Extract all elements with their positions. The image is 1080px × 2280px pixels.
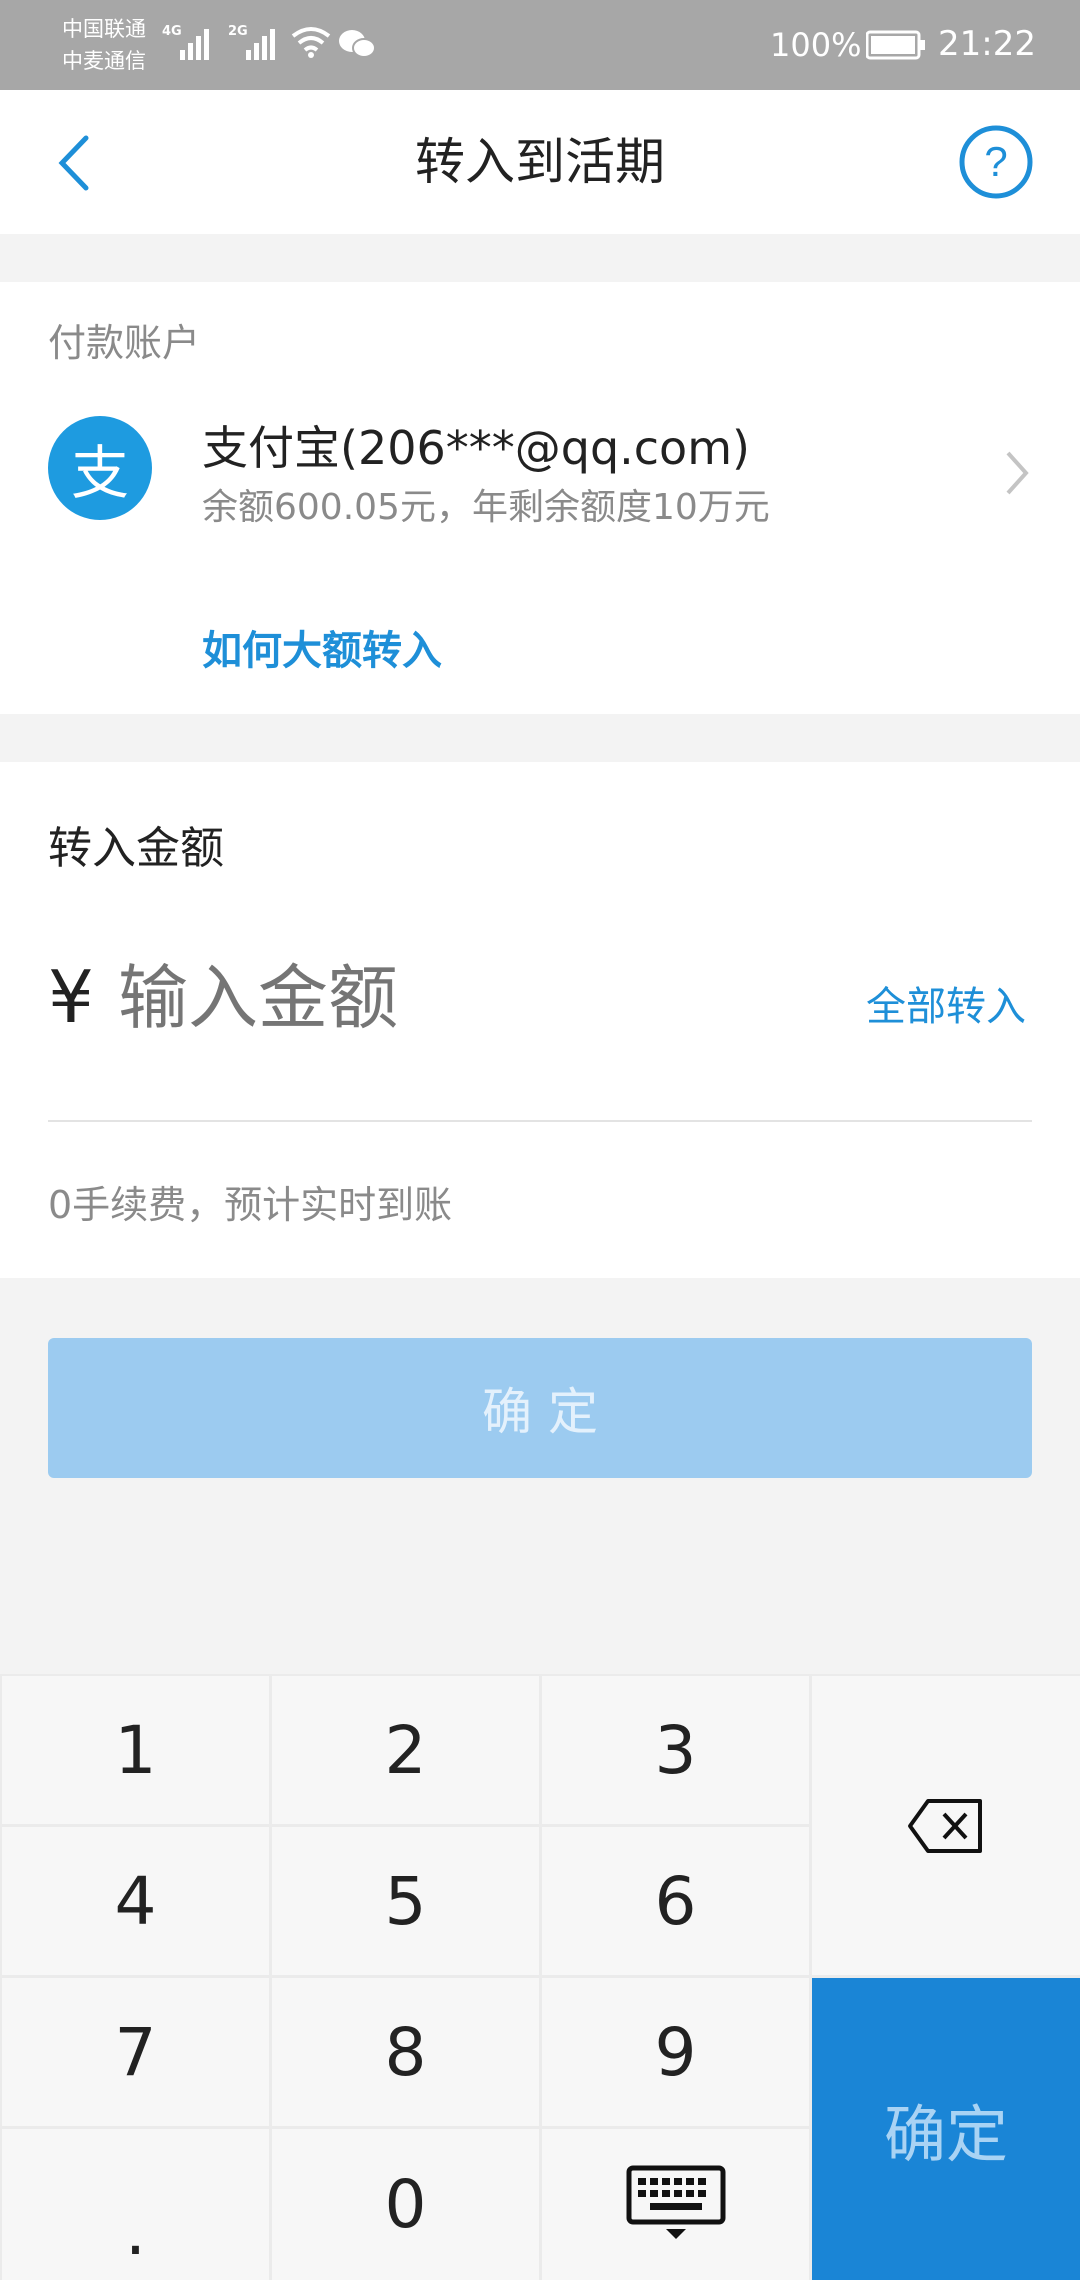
- key-2[interactable]: 2: [272, 1676, 539, 1824]
- battery-percent: 100%: [770, 26, 862, 64]
- network-type-1: 4G: [162, 24, 182, 39]
- payment-account-section: 付款账户 支 支付宝(206***@qq.com) 余额600.05元，年剩余额…: [0, 282, 1080, 714]
- transfer-all-button[interactable]: 全部转入: [866, 974, 1026, 1032]
- account-name: 支付宝(206***@qq.com): [202, 421, 750, 475]
- key-4[interactable]: 4: [2, 1827, 269, 1975]
- key-9[interactable]: 9: [542, 1978, 809, 2126]
- key-3[interactable]: 3: [542, 1676, 809, 1824]
- svg-text:?: ?: [984, 138, 1007, 185]
- key-6[interactable]: 6: [542, 1827, 809, 1975]
- section-label-amount: 转入金额: [48, 823, 224, 874]
- clock: 21:22: [938, 24, 1036, 64]
- status-bar: 中国联通 中麦通信 4G 2G 100% 21:22: [0, 0, 1080, 90]
- network-type-2: 2G: [228, 24, 248, 39]
- section-label-account: 付款账户: [48, 321, 201, 365]
- large-transfer-link[interactable]: 如何大额转入: [202, 618, 442, 676]
- backspace-icon: [908, 1798, 982, 1853]
- key-5[interactable]: 5: [272, 1827, 539, 1975]
- back-button[interactable]: [54, 132, 98, 194]
- confirm-button[interactable]: 确 定: [48, 1338, 1032, 1478]
- signal-icon-2: [246, 20, 275, 60]
- amount-input[interactable]: [118, 948, 818, 1048]
- hide-keyboard-button[interactable]: [542, 2129, 809, 2280]
- help-button[interactable]: ?: [958, 124, 1034, 200]
- key-8[interactable]: 8: [272, 1978, 539, 2126]
- wechat-icon: [339, 30, 376, 58]
- currency-symbol: ¥: [48, 955, 94, 1039]
- key-7[interactable]: 7: [2, 1978, 269, 2126]
- numeric-keypad: 1 2 3 4 5 6 7 8 9 . 0 确定: [0, 1674, 1080, 2280]
- divider: [48, 1120, 1032, 1122]
- signal-icon-1: [180, 20, 209, 60]
- carrier-2: 中麦通信: [62, 49, 146, 73]
- amount-section: 转入金额 ¥ 全部转入 0手续费，预计实时到账: [0, 762, 1080, 1278]
- backspace-button[interactable]: [812, 1676, 1080, 1975]
- chevron-right-icon: [1006, 451, 1029, 495]
- page-title: 转入到活期: [415, 133, 665, 191]
- account-selector[interactable]: 支 支付宝(206***@qq.com) 余额600.05元，年剩余额度10万元: [0, 402, 1080, 552]
- keyboard-icon: [626, 2165, 725, 2239]
- account-balance-info: 余额600.05元，年剩余额度10万元: [202, 487, 770, 528]
- carrier-1: 中国联通: [62, 17, 146, 41]
- fee-note: 0手续费，预计实时到账: [48, 1183, 453, 1227]
- key-dot[interactable]: .: [2, 2129, 269, 2280]
- header: 转入到活期 ?: [0, 90, 1080, 234]
- key-0[interactable]: 0: [272, 2129, 539, 2280]
- battery-icon: [866, 30, 925, 60]
- alipay-logo-icon: 支: [48, 416, 152, 520]
- wifi-icon: [291, 27, 331, 58]
- key-1[interactable]: 1: [2, 1676, 269, 1824]
- keypad-confirm-button[interactable]: 确定: [812, 1978, 1080, 2280]
